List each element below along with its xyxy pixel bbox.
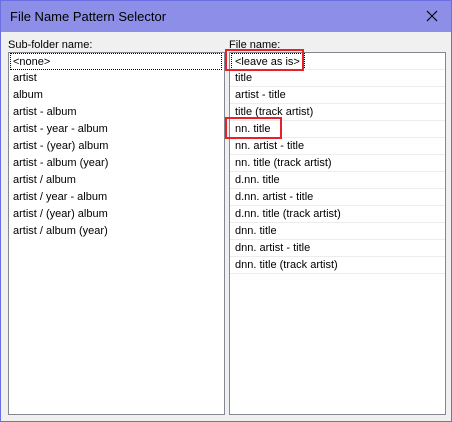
filename-item[interactable]: title (track artist)	[230, 104, 445, 121]
subfolder-item[interactable]: artist - album	[9, 104, 224, 121]
subfolder-item[interactable]: artist	[9, 70, 224, 87]
filename-item[interactable]: nn. artist - title	[230, 138, 445, 155]
subfolder-item[interactable]: artist / (year) album	[9, 206, 224, 223]
subfolder-listbox[interactable]: <none> artist album artist - album artist - …	[8, 52, 225, 415]
filename-item[interactable]: title	[230, 70, 445, 87]
filename-item[interactable]: dnn. title	[230, 223, 445, 240]
filename-listbox[interactable]: <leave as is> title artist - title title (t…	[229, 52, 446, 415]
filename-item[interactable]: dnn. artist - title	[230, 240, 445, 257]
subfolder-item[interactable]: artist / album	[9, 172, 224, 189]
filename-item[interactable]: d.nn. artist - title	[230, 189, 445, 206]
subfolder-item[interactable]: artist - album (year)	[9, 155, 224, 172]
filename-item[interactable]: <leave as is>	[231, 53, 305, 70]
filename-item[interactable]: nn. title (track artist)	[230, 155, 445, 172]
close-icon	[426, 10, 438, 22]
filename-item[interactable]: dnn. title (track artist)	[230, 257, 445, 274]
subfolder-item[interactable]: artist - year - album	[9, 121, 224, 138]
subfolder-item[interactable]: artist / year - album	[9, 189, 224, 206]
filename-item[interactable]: d.nn. title (track artist)	[230, 206, 445, 223]
filename-item[interactable]: artist - title	[230, 87, 445, 104]
subfolder-item[interactable]: artist / album (year)	[9, 223, 224, 240]
subfolder-item[interactable]: album	[9, 87, 224, 104]
title-bar: File Name Pattern Selector	[1, 1, 451, 32]
dialog-window: File Name Pattern Selector Sub-folder na…	[0, 0, 452, 422]
close-button[interactable]	[419, 3, 445, 29]
subfolder-item[interactable]: artist - (year) album	[9, 138, 224, 155]
filename-item[interactable]: nn. title	[230, 121, 445, 138]
subfolder-item[interactable]: <none>	[10, 53, 222, 70]
window-title: File Name Pattern Selector	[10, 9, 167, 24]
subfolder-label: Sub-folder name:	[8, 39, 93, 51]
filename-label: File name:	[229, 39, 281, 51]
filename-item[interactable]: d.nn. title	[230, 172, 445, 189]
row-separator	[230, 273, 445, 274]
